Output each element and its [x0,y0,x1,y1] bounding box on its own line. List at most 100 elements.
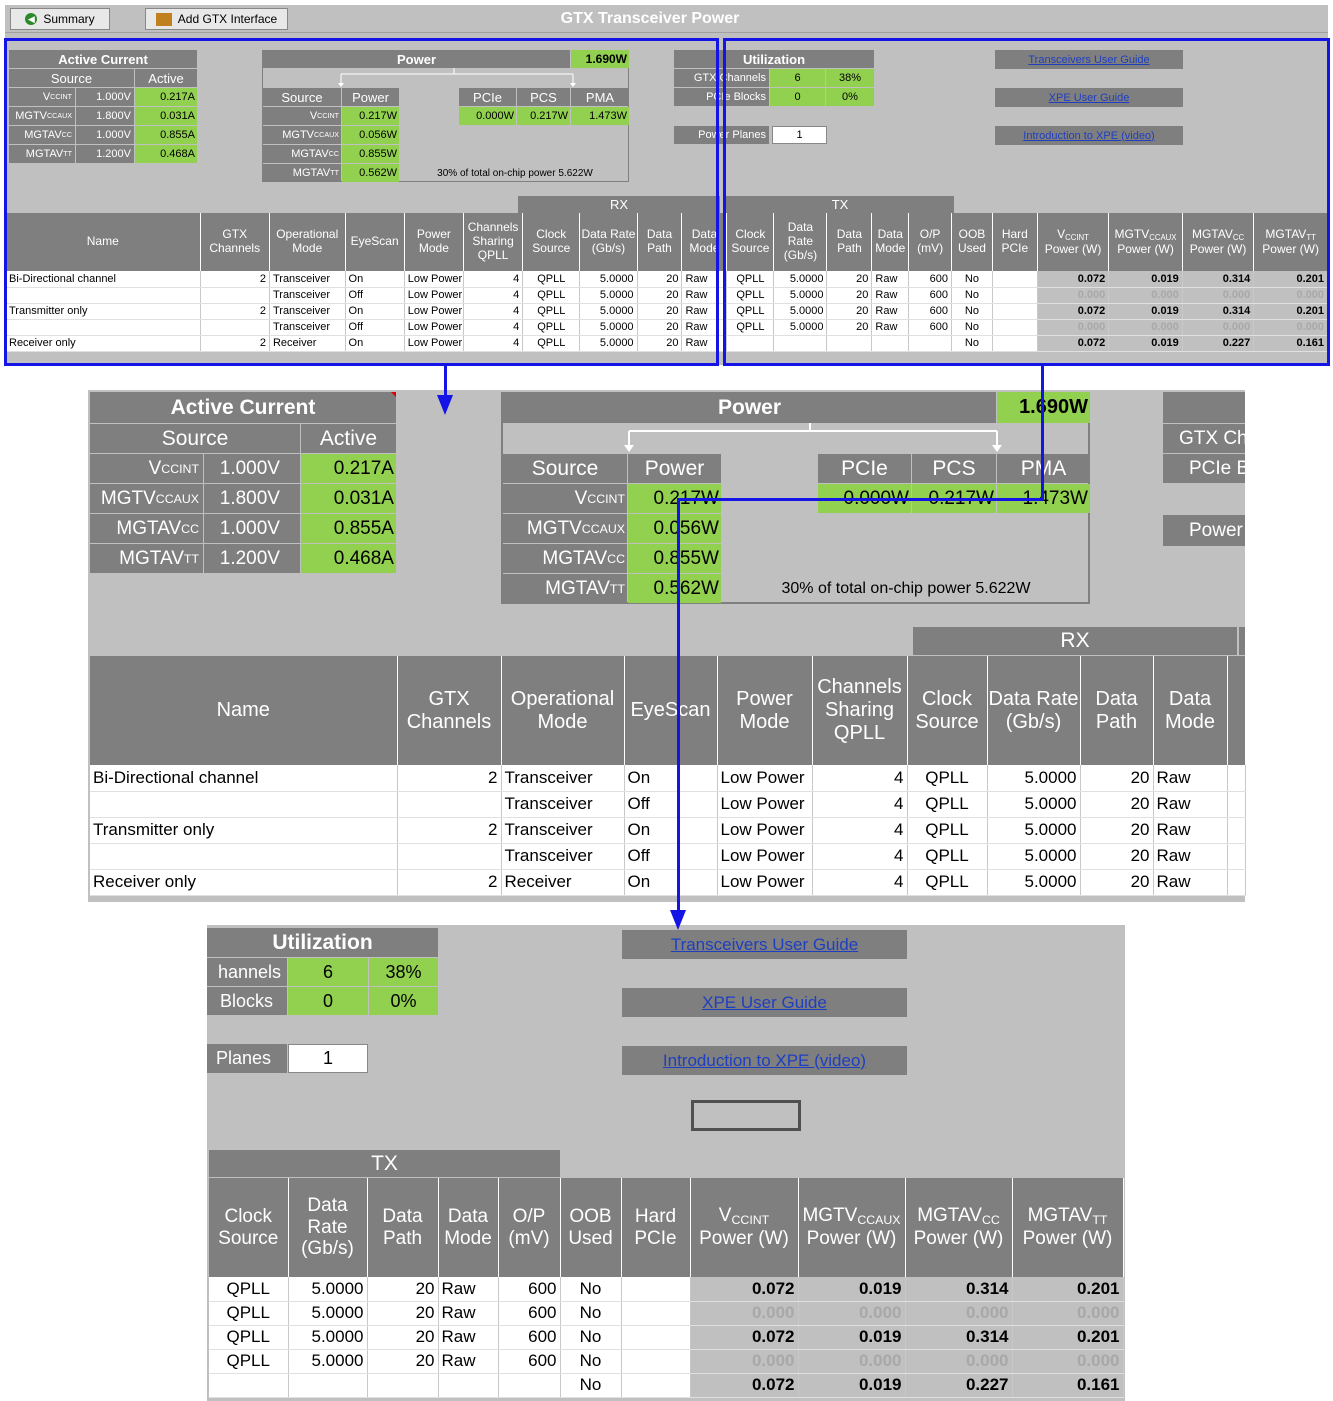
add-gtx-interface-button[interactable]: Add GTX Interface [145,8,288,30]
tx-cell[interactable]: QPLL [209,1325,289,1350]
planes-zoom-input[interactable]: 1 [288,1044,368,1073]
zoom-cell[interactable]: 5.0000 [987,817,1081,844]
tx-cell[interactable]: 0.161 [1012,1373,1124,1398]
tx-cell[interactable]: 0.072 [690,1325,799,1350]
tx-cell[interactable]: 0.000 [690,1349,799,1374]
zoom-cell[interactable]: 4 [812,843,908,870]
zoom-cell[interactable] [397,791,502,818]
tx-cell[interactable]: 0.000 [798,1349,906,1374]
tx-cell[interactable]: 600 [498,1277,561,1302]
tx-cell[interactable]: Raw [438,1325,499,1350]
tx-cell[interactable] [621,1277,691,1302]
zoom-cell[interactable]: 5.0000 [987,869,1081,896]
tx-cell[interactable] [367,1373,439,1398]
xpe-video-link[interactable]: Introduction to XPE (video) [622,1046,907,1075]
tx-cell[interactable]: 0.019 [798,1325,906,1350]
tx-cell[interactable]: QPLL [209,1277,289,1302]
tx-cell[interactable]: No [560,1301,622,1326]
xpe-guide-zoom-text[interactable]: XPE User Guide [702,993,827,1013]
zoom-cell[interactable]: Receiver only [90,869,398,896]
zoom-cell[interactable]: 2 [397,817,502,844]
tx-cell[interactable]: No [560,1325,622,1350]
zoom-cell[interactable]: 5.0000 [987,843,1081,870]
zoom-cell[interactable] [397,843,502,870]
tx-cell[interactable]: 0.201 [1012,1325,1124,1350]
tx-cell[interactable] [288,1373,368,1398]
zoom-cell[interactable] [90,791,398,818]
zoom-cell[interactable]: Off [624,843,718,870]
tx-cell[interactable]: 0.000 [905,1349,1013,1374]
tx-cell[interactable] [621,1349,691,1374]
tx-cell[interactable]: 0.227 [905,1373,1013,1398]
zoom-cell[interactable]: Off [624,791,718,818]
zoom-cell[interactable]: Raw [1153,843,1228,870]
zoom-cell[interactable]: QPLL [907,817,988,844]
zoom-cell[interactable]: Low Power [717,817,813,844]
tx-cell[interactable]: 0.019 [798,1277,906,1302]
xpe-guide-link[interactable]: XPE User Guide [622,988,907,1017]
zoom-cell[interactable]: 5.0000 [987,791,1081,818]
zoom-cell[interactable]: 4 [812,869,908,896]
zoom-cell[interactable]: Transceiver [501,817,625,844]
tx-cell[interactable]: 0.000 [690,1301,799,1326]
zoom-cell[interactable]: 20 [1080,791,1154,818]
zoom-cell[interactable]: 20 [1080,765,1154,792]
tx-cell[interactable]: Raw [438,1349,499,1374]
tx-cell[interactable]: 0.072 [690,1277,799,1302]
tx-cell[interactable]: No [560,1349,622,1374]
zoom-cell[interactable]: QPLL [907,791,988,818]
zoom-cell[interactable]: Low Power [717,869,813,896]
zoom-cell[interactable]: Raw [1153,869,1228,896]
zoom-cell[interactable]: 4 [812,817,908,844]
zoom-cell[interactable]: QPLL [907,869,988,896]
tx-cell[interactable] [498,1373,561,1398]
tx-cell[interactable]: Raw [438,1301,499,1326]
zoom-cell[interactable]: 4 [812,765,908,792]
tx-cell[interactable]: 0.000 [905,1301,1013,1326]
zoom-cell[interactable]: Transceiver [501,765,625,792]
tx-cell[interactable]: 0.019 [798,1373,906,1398]
tx-cell[interactable]: 600 [498,1301,561,1326]
tx-cell[interactable]: 0.072 [690,1373,799,1398]
tx-cell[interactable]: 20 [367,1277,439,1302]
tx-cell[interactable] [209,1373,289,1398]
tx-cell[interactable]: QPLL [209,1349,289,1374]
tx-cell[interactable]: 0.000 [1012,1301,1124,1326]
tx-cell[interactable]: 0.314 [905,1277,1013,1302]
zoom-cell[interactable]: Low Power [717,765,813,792]
tx-cell[interactable]: 5.0000 [288,1325,368,1350]
tx-cell[interactable]: QPLL [209,1301,289,1326]
tx-cell[interactable]: 20 [367,1325,439,1350]
transceivers-guide-zoom-text[interactable]: Transceivers User Guide [671,935,858,955]
tx-cell[interactable]: 0.000 [798,1301,906,1326]
zoom-cell[interactable]: Low Power [717,843,813,870]
zoom-cell[interactable]: Low Power [717,791,813,818]
zoom-cell[interactable]: On [624,869,718,896]
zoom-cell[interactable]: 20 [1080,843,1154,870]
zoom-cell[interactable]: Receiver [501,869,625,896]
tx-cell[interactable] [621,1325,691,1350]
tx-cell[interactable]: Raw [438,1277,499,1302]
zoom-cell[interactable]: Raw [1153,765,1228,792]
zoom-cell[interactable]: On [624,765,718,792]
tx-cell[interactable]: 5.0000 [288,1349,368,1374]
transceivers-guide-link[interactable]: Transceivers User Guide [622,930,907,959]
zoom-cell[interactable]: 4 [812,791,908,818]
zoom-cell[interactable] [90,843,398,870]
zoom-cell[interactable]: On [624,817,718,844]
zoom-cell[interactable]: 20 [1080,817,1154,844]
tx-cell[interactable]: 600 [498,1325,561,1350]
zoom-cell[interactable]: 2 [397,765,502,792]
tx-cell[interactable] [621,1373,691,1398]
tx-cell[interactable]: 20 [367,1349,439,1374]
zoom-cell[interactable]: Transceiver [501,843,625,870]
zoom-cell[interactable]: QPLL [907,843,988,870]
tx-cell[interactable] [438,1373,499,1398]
tx-cell[interactable]: 0.000 [1012,1349,1124,1374]
zoom-cell[interactable]: Raw [1153,791,1228,818]
tx-cell[interactable]: 5.0000 [288,1277,368,1302]
summary-button[interactable]: ◀ Summary [10,8,110,30]
tx-cell[interactable] [621,1301,691,1326]
zoom-cell[interactable]: Raw [1153,817,1228,844]
selected-cell-cursor[interactable] [691,1100,801,1131]
